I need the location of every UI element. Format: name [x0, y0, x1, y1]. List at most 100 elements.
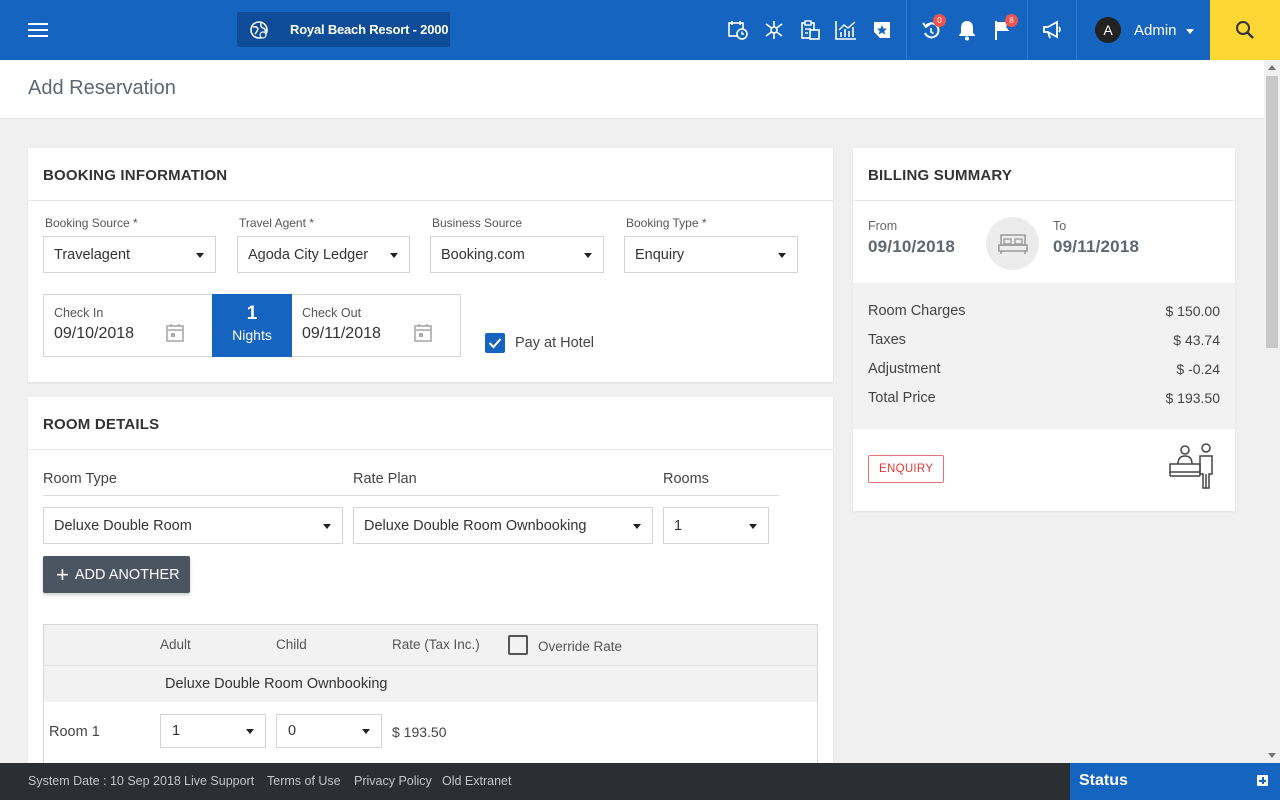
billing-dates: From 09/10/2018 To 09/11/2018 [853, 201, 1235, 283]
booking-source-value: Travelagent [54, 247, 130, 263]
line-label: Room Charges [868, 303, 966, 319]
calendar-clock-icon[interactable] [720, 0, 756, 60]
scrollbar-thumb[interactable] [1266, 76, 1278, 348]
hotel-selector[interactable]: Royal Beach Resort - 2000 [237, 12, 450, 47]
rate-plan-value: Deluxe Double Room Ownbooking [364, 518, 586, 534]
rooms-header: Rooms [663, 471, 709, 487]
pay-at-hotel-label: Pay at Hotel [515, 335, 594, 351]
billing-summary-card: BILLING SUMMARY From 09/10/2018 To 09/11… [853, 148, 1235, 511]
billing-line: Taxes$ 43.74 [868, 332, 1220, 348]
chevron-down-icon [1186, 29, 1194, 34]
room-label: Room 1 [49, 724, 100, 740]
room-type-select[interactable]: Deluxe Double Room [43, 507, 343, 544]
divider [1027, 0, 1028, 60]
nights-label: Nights [212, 327, 292, 343]
booking-information-title: BOOKING INFORMATION [28, 148, 833, 201]
chevron-down-icon [778, 253, 786, 258]
toolbar-icons: 0 8 [720, 0, 1083, 60]
live-support-link[interactable]: Live Support [184, 774, 254, 788]
child-select[interactable]: 0 [276, 714, 382, 748]
user-name: Admin [1134, 22, 1177, 39]
to-label: To [1053, 219, 1066, 233]
reception-desk-icon [1168, 442, 1222, 492]
terms-of-use-link[interactable]: Terms of Use [267, 774, 341, 788]
calendar-icon[interactable] [413, 323, 433, 343]
booking-source-select[interactable]: Travelagent [43, 236, 216, 273]
rate-plan-select[interactable]: Deluxe Double Room Ownbooking [353, 507, 653, 544]
business-source-select[interactable]: Booking.com [430, 236, 604, 273]
room-type-value: Deluxe Double Room [54, 518, 192, 534]
user-menu[interactable]: A Admin [1095, 0, 1194, 60]
divider [906, 0, 907, 60]
scroll-up-arrow-icon[interactable] [1268, 65, 1276, 70]
add-another-label: ADD ANOTHER [75, 567, 180, 583]
line-amount: $ 193.50 [1166, 390, 1221, 406]
clipboard-icon[interactable] [792, 0, 828, 60]
room-rate-table: Adult Child Rate (Tax Inc.) Override Rat… [43, 624, 818, 764]
booking-type-select[interactable]: Enquiry [624, 236, 798, 273]
scrollbar[interactable] [1264, 60, 1280, 763]
add-another-button[interactable]: + ADD ANOTHER [43, 556, 190, 593]
hotel-name: Royal Beach Resort - 2000 [290, 22, 448, 37]
chevron-down-icon [323, 524, 331, 529]
check-out-field[interactable]: Check Out 09/11/2018 [292, 295, 460, 356]
booking-source-label: Booking Source * [45, 216, 138, 230]
child-value: 0 [288, 723, 296, 739]
table-row: Room 1 1 0 $ 193.50 [44, 702, 817, 765]
override-rate-checkbox[interactable] [508, 635, 528, 655]
rooms-value: 1 [674, 518, 682, 534]
line-amount: $ 43.74 [1173, 332, 1220, 348]
chart-icon[interactable] [828, 0, 864, 60]
rooms-select[interactable]: 1 [663, 507, 769, 544]
billing-lines: Room Charges$ 150.00 Taxes$ 43.74 Adjust… [853, 283, 1235, 429]
calendar-icon[interactable] [165, 323, 185, 343]
check-in-value: 09/10/2018 [54, 325, 134, 343]
network-icon[interactable] [756, 0, 792, 60]
star-note-icon[interactable] [864, 0, 900, 60]
undo-icon[interactable]: 0 [913, 0, 949, 60]
booking-information-card: BOOKING INFORMATION Booking Source * Tra… [28, 148, 833, 382]
room-details-title: ROOM DETAILS [28, 397, 833, 450]
check-in-field[interactable]: Check In 09/10/2018 [44, 295, 212, 356]
line-label: Adjustment [868, 361, 941, 377]
privacy-policy-link[interactable]: Privacy Policy [354, 774, 432, 788]
pay-at-hotel-checkbox[interactable] [485, 333, 505, 353]
scroll-down-arrow-icon[interactable] [1268, 753, 1276, 758]
chevron-down-icon [246, 729, 254, 734]
chevron-down-icon [390, 253, 398, 258]
status-panel-toggle[interactable]: Status [1070, 763, 1280, 800]
billing-line: Adjustment$ -0.24 [868, 361, 1220, 377]
old-extranet-link[interactable]: Old Extranet [442, 774, 511, 788]
bed-icon [986, 217, 1039, 270]
page-title: Add Reservation [28, 77, 176, 100]
undo-badge: 0 [933, 14, 946, 27]
business-source-label: Business Source [432, 216, 522, 230]
line-label: Total Price [868, 390, 936, 406]
search-button[interactable] [1210, 0, 1280, 60]
globe-icon [237, 12, 281, 47]
flag-icon[interactable]: 8 [985, 0, 1021, 60]
top-navigation-bar [0, 0, 1280, 60]
search-icon [1235, 20, 1255, 40]
from-date: 09/10/2018 [868, 237, 955, 257]
room-type-header: Room Type [43, 471, 117, 487]
check-out-value: 09/11/2018 [302, 325, 381, 343]
travel-agent-label: Travel Agent * [239, 216, 314, 230]
plus-icon: + [56, 564, 69, 586]
adult-header: Adult [160, 637, 191, 652]
bell-icon[interactable] [949, 0, 985, 60]
chevron-down-icon [584, 253, 592, 258]
megaphone-icon[interactable] [1034, 0, 1070, 60]
adult-value: 1 [172, 723, 180, 739]
status-badge: ENQUIRY [868, 455, 944, 483]
page-header: Add Reservation [0, 60, 1264, 119]
expand-icon[interactable] [1257, 775, 1268, 786]
child-header: Child [276, 637, 307, 652]
rate-value: $ 193.50 [392, 724, 447, 740]
chevron-down-icon [749, 524, 757, 529]
travel-agent-select[interactable]: Agoda City Ledger [237, 236, 410, 273]
nights-counter: 1 Nights [212, 294, 292, 357]
menu-icon[interactable] [28, 0, 52, 60]
adult-select[interactable]: 1 [160, 714, 266, 748]
travel-agent-value: Agoda City Ledger [248, 247, 368, 263]
